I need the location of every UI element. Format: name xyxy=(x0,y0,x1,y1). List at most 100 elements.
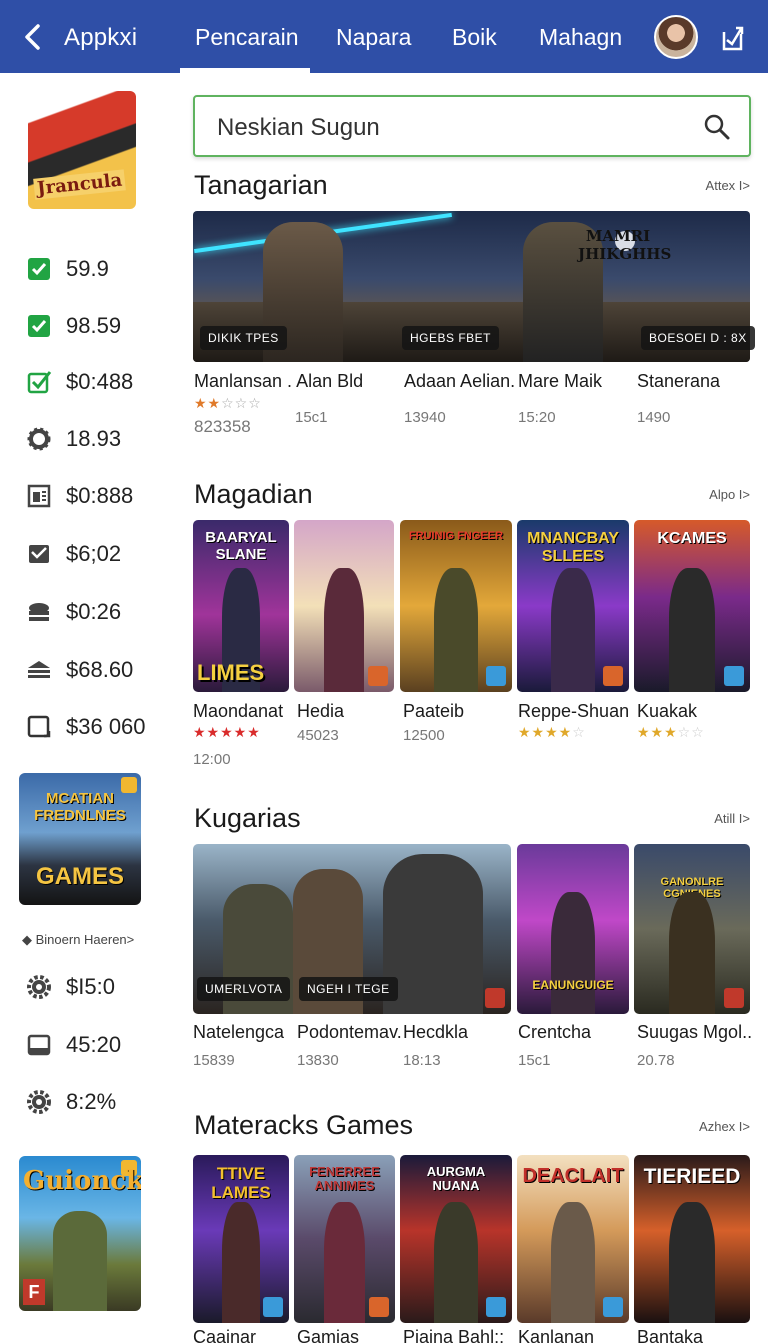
tab-boik[interactable]: Boik xyxy=(452,24,497,51)
item-name[interactable]: Natelengca xyxy=(193,1022,284,1043)
tab-pencarain[interactable]: Pencarain xyxy=(195,24,299,51)
gear-icon xyxy=(27,427,51,451)
card-title: KCAMES xyxy=(657,530,727,547)
stat-value: $36 060 xyxy=(66,714,146,739)
sidebar-stat[interactable]: 45:20 xyxy=(26,1030,121,1060)
banner-logo: MAMRI JHIKGHHS xyxy=(578,227,672,263)
stat-value: 59.9 xyxy=(66,256,109,281)
search-icon[interactable] xyxy=(703,113,731,141)
see-all-link[interactable]: Azhex I> xyxy=(699,1119,750,1134)
card-title: TTIVE LAMES xyxy=(211,1164,271,1202)
item-name[interactable]: Paateib xyxy=(403,701,464,722)
card-bottom-text: GAMES xyxy=(35,863,124,890)
check-outline-icon xyxy=(27,371,52,394)
see-all-link[interactable]: Attex I> xyxy=(706,178,750,193)
search-input[interactable]: Neskian Sugun xyxy=(217,114,380,142)
game-card[interactable]: BAARYAL SLANE LIMES xyxy=(193,520,289,692)
avatar[interactable] xyxy=(654,15,698,59)
game-card[interactable]: MNANCBAY SLLEES xyxy=(517,520,629,692)
card-title: Guionck xyxy=(23,1166,141,1196)
item-meta: 12:00 xyxy=(193,751,231,768)
see-all-link[interactable]: Atill I> xyxy=(714,811,750,826)
publisher-badge-icon xyxy=(485,988,505,1008)
game-logo[interactable]: Jrancula xyxy=(28,91,136,209)
character-figure xyxy=(550,1202,596,1323)
item-name[interactable]: Kuakak xyxy=(637,701,697,722)
item-meta: 823358 xyxy=(194,417,251,436)
stat-value: $6;02 xyxy=(66,541,122,566)
item-meta: 15c1 xyxy=(518,1052,551,1069)
item-name[interactable]: Hecdkla xyxy=(403,1022,468,1043)
card-tag: NGEH I TEGE xyxy=(299,977,398,1001)
game-card[interactable]: GANONLRE CGNIENES xyxy=(634,844,750,1014)
item-name[interactable]: Mare Maik xyxy=(518,371,602,392)
game-card[interactable]: FENERREE ANNIMES xyxy=(294,1155,395,1323)
section-title: Magadian xyxy=(194,479,313,509)
item-meta: 15:20 xyxy=(518,409,556,426)
sidebar-stat[interactable]: 98.59 xyxy=(26,311,121,341)
game-card[interactable]: EANUNGUIGE xyxy=(517,844,629,1014)
character-figure xyxy=(433,568,479,692)
sidebar-stat[interactable]: 8:2% xyxy=(26,1087,116,1117)
stat-value: $I5:0 xyxy=(66,974,115,999)
game-card[interactable]: TTIVE LAMES xyxy=(193,1155,289,1323)
game-card[interactable]: DEACLAIT xyxy=(517,1155,629,1323)
item-name[interactable]: Gamias xyxy=(297,1327,359,1344)
game-card[interactable] xyxy=(294,520,394,692)
character-figure xyxy=(668,891,716,1014)
back-arrow-icon[interactable] xyxy=(18,20,50,54)
sidebar-stat[interactable]: $0:488 xyxy=(26,367,133,397)
sidebar-stat[interactable]: $I5:0 xyxy=(26,972,115,1002)
publisher-badge-icon xyxy=(603,666,623,686)
sidebar-stat[interactable]: $0:888 xyxy=(26,481,133,511)
stat-value: 8:2% xyxy=(66,1089,117,1114)
item-name[interactable]: Maondanat xyxy=(193,701,283,722)
publisher-badge-icon xyxy=(724,666,744,686)
item-meta: 45023 xyxy=(297,727,339,744)
sidebar-stat[interactable]: $68.60 xyxy=(26,655,133,685)
sidebar-stat[interactable]: $36 060 xyxy=(26,712,146,742)
card-title: DEACLAIT xyxy=(522,1165,624,1187)
item-name[interactable]: Podontemav. xyxy=(297,1022,402,1043)
stat-value: $68.60 xyxy=(66,657,134,682)
game-card[interactable]: FRUINIG FNGEER xyxy=(400,520,512,692)
share-icon[interactable] xyxy=(716,20,748,54)
sidebar-stat[interactable]: 18.93 xyxy=(26,424,121,454)
rating-stars: ★★★☆☆ xyxy=(637,724,705,740)
banner-tag: HGEBS FBET xyxy=(402,326,500,350)
sidebar-game-card[interactable]: MCATIAN FREDNLNES GAMES xyxy=(19,773,141,905)
see-all-link[interactable]: Alpo I> xyxy=(709,487,750,502)
item-name[interactable]: Caainar xyxy=(193,1327,256,1344)
character-figure xyxy=(383,854,483,1014)
search-box[interactable]: Neskian Sugun xyxy=(193,95,751,157)
character-figure xyxy=(221,1202,261,1323)
tab-napara[interactable]: Napara xyxy=(336,24,411,51)
tab-mahagn[interactable]: Mahagn xyxy=(539,24,622,51)
sidebar-stat[interactable]: $0:26 xyxy=(26,597,121,627)
gear-icon xyxy=(27,1090,51,1114)
check-icon xyxy=(28,315,50,337)
item-name[interactable]: Piaina Bahl:: xyxy=(403,1327,504,1344)
item-name[interactable]: Kanlanan xyxy=(518,1327,594,1344)
mail-icon xyxy=(29,545,49,563)
sidebar-stat[interactable]: 59.9 xyxy=(26,254,109,284)
sidebar-stat[interactable]: $6;02 xyxy=(26,539,121,569)
item-name[interactable]: Bantaka xyxy=(637,1327,703,1344)
card-title: FRUINIG FNGEER xyxy=(408,530,504,542)
game-card[interactable]: TIERIEED xyxy=(634,1155,750,1323)
item-name[interactable]: Stanerana xyxy=(637,371,720,392)
item-name[interactable]: Hedia xyxy=(297,701,344,722)
item-name[interactable]: Manlansan . Alan Bld xyxy=(194,371,363,392)
game-card[interactable]: AURGMA NUANA xyxy=(400,1155,512,1323)
item-meta: 1490 xyxy=(637,409,671,426)
sidebar-game-card[interactable]: Guionck F xyxy=(19,1156,141,1311)
game-card[interactable]: KCAMES xyxy=(634,520,750,692)
item-name[interactable]: Crentcha xyxy=(518,1022,591,1043)
card-bottom-text: LIMES xyxy=(197,660,265,685)
sidebar-note[interactable]: ◆ Binoern Haeren> xyxy=(22,932,134,948)
item-name[interactable]: Reppe-Shuan xyxy=(518,701,629,722)
item-name[interactable]: Adaan Aelian. xyxy=(404,371,515,392)
item-meta: 15839 xyxy=(193,1052,235,1069)
card-title: FENERREE ANNIMES xyxy=(309,1164,380,1194)
item-name[interactable]: Suugas Mgol.. xyxy=(637,1022,752,1043)
